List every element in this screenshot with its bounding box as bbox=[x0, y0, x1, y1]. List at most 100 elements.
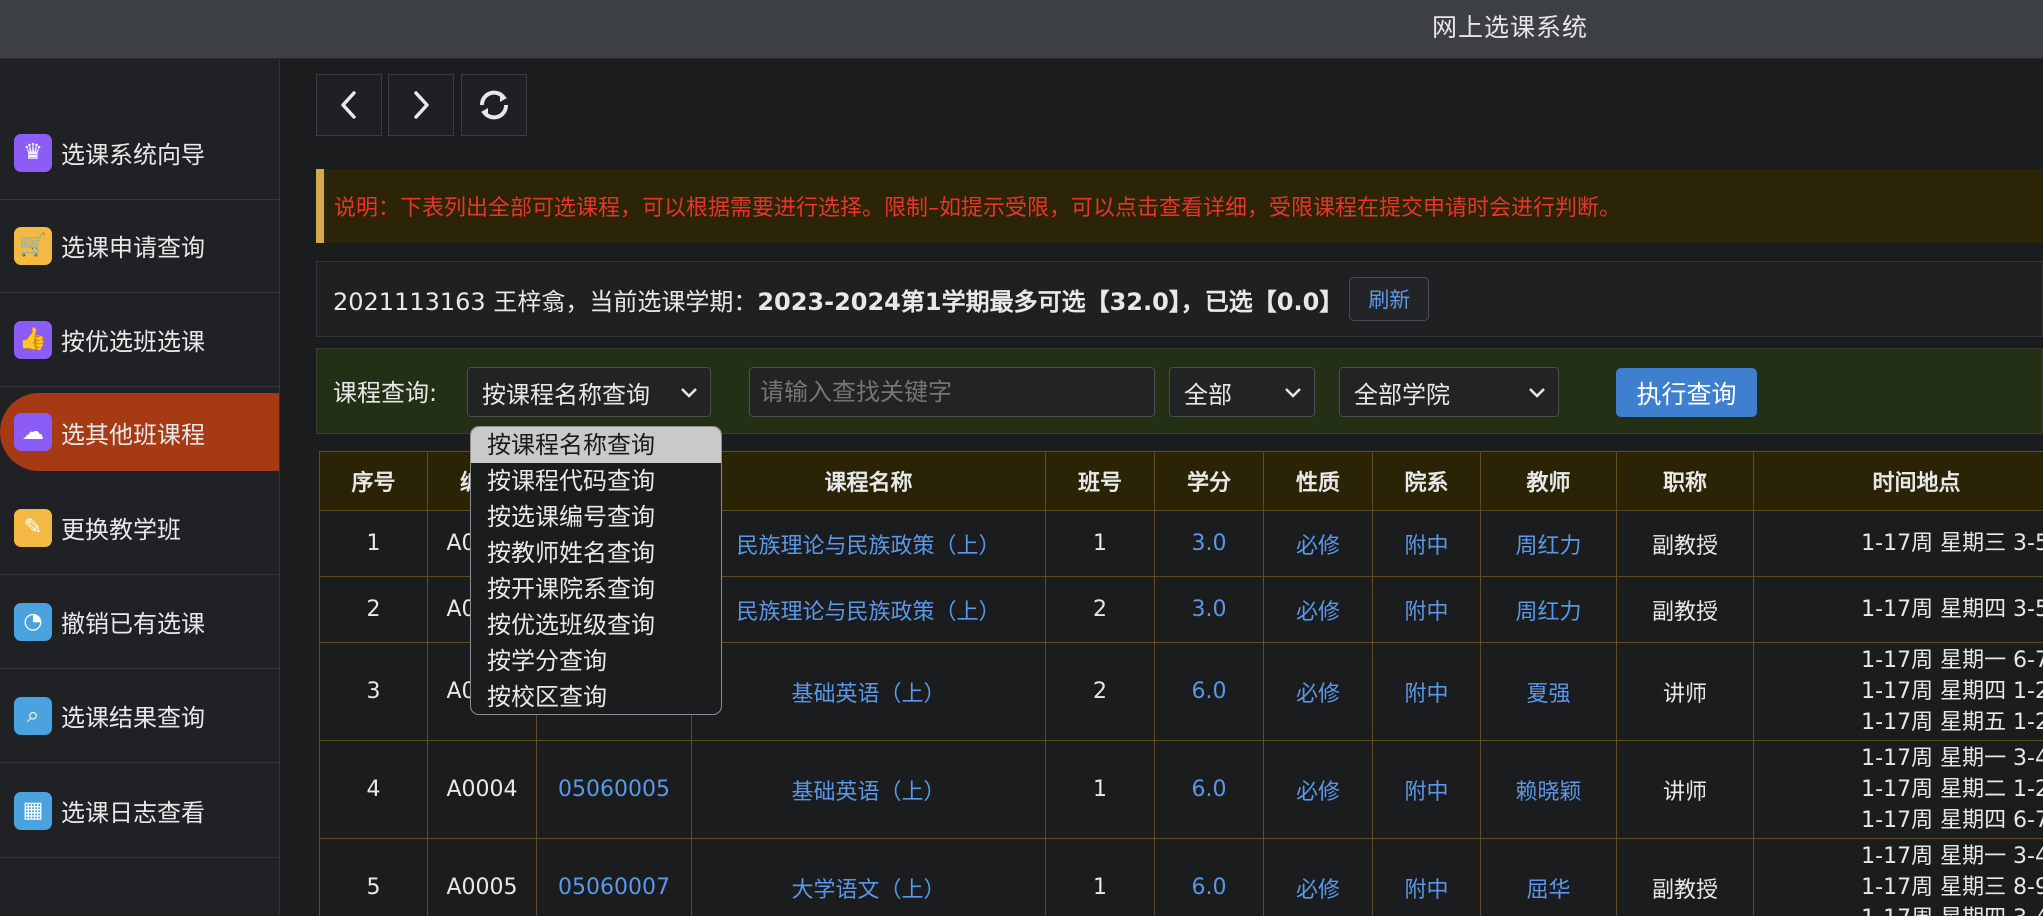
cell-no: 2 bbox=[319, 576, 428, 643]
cell-no: 5 bbox=[319, 838, 428, 916]
app-title: 网上选课系统 bbox=[1432, 13, 1589, 42]
sidebar-item-3[interactable]: ☁ 选其他班课程 bbox=[0, 393, 279, 471]
college-value: 全部学院 bbox=[1354, 380, 1450, 409]
cell-course-name[interactable]: 大学语文（上） bbox=[691, 838, 1046, 916]
column-header: 序号 bbox=[319, 451, 428, 511]
cell-credit: 6.0 bbox=[1154, 740, 1264, 839]
calendar-icon: ▦ bbox=[14, 791, 52, 830]
cell-title: 讲师 bbox=[1616, 642, 1754, 741]
time-slot: 1-17周 星期二 1-2节 bbox=[1861, 777, 2043, 802]
sidebar-item-6[interactable]: ⌕ 选课结果查询 bbox=[0, 669, 279, 763]
sidebar-item-label: 选课申请查询 bbox=[61, 234, 205, 262]
cell-dept[interactable]: 附中 bbox=[1372, 740, 1481, 839]
table-row[interactable]: 4 A0004 05060005 基础英语（上） 1 6.0 必修 附中 赖晓颖 讲师 1-17周 … bbox=[319, 740, 2043, 839]
column-header: 职称 bbox=[1616, 451, 1754, 511]
dropdown-option[interactable]: 按开课院系查询 bbox=[471, 571, 721, 607]
cell-teacher[interactable]: 屈华 bbox=[1480, 838, 1617, 916]
reload-button[interactable] bbox=[461, 74, 527, 136]
cell-teacher[interactable]: 周红力 bbox=[1480, 576, 1617, 643]
cell-code[interactable]: 05060005 bbox=[536, 740, 692, 839]
back-button[interactable] bbox=[316, 74, 382, 136]
time-slot: 1-17周 星期五 1-2节 bbox=[1861, 710, 2043, 735]
cell-dept[interactable]: 附中 bbox=[1372, 510, 1481, 577]
sidebar-item-label: 按优选班选课 bbox=[61, 328, 205, 356]
sidebar-item-4[interactable]: ✎ 更换教学班 bbox=[0, 481, 279, 575]
cell-teacher[interactable]: 赖晓颖 bbox=[1480, 740, 1617, 839]
cell-course-name[interactable]: 民族理论与民族政策（上） bbox=[691, 576, 1046, 643]
student-info-bar: 2021113163 王梓翕，当前选课学期： 2023-2024第1学期最多可选… bbox=[316, 261, 2043, 337]
cell-time-location: 1-17周 星期三 3-5节 bbox=[1753, 510, 2043, 577]
execute-query-button[interactable]: 执行查询 bbox=[1616, 368, 1757, 417]
cell-dept[interactable]: 附中 bbox=[1372, 838, 1481, 916]
student-info-prefix: 2021113163 王梓翕，当前选课学期： bbox=[333, 287, 758, 316]
cell-course-name[interactable]: 基础英语（上） bbox=[691, 740, 1046, 839]
cell-course-name[interactable]: 民族理论与民族政策（上） bbox=[691, 510, 1046, 577]
column-header: 课程名称 bbox=[691, 451, 1046, 511]
dropdown-option[interactable]: 按学分查询 bbox=[471, 643, 721, 679]
dropdown-option[interactable]: 按校区查询 bbox=[471, 679, 721, 714]
query-label: 课程查询: bbox=[333, 379, 438, 407]
sidebar-item-0[interactable]: ♛ 选课系统向导 bbox=[0, 106, 279, 200]
dropdown-option[interactable]: 按选课编号查询 bbox=[471, 499, 721, 535]
cell-title: 副教授 bbox=[1616, 838, 1754, 916]
sidebar-item-7[interactable]: ▦ 选课日志查看 bbox=[0, 764, 279, 858]
time-slot: 1-17周 星期四 6-7节 bbox=[1861, 808, 2043, 833]
query-type-value: 按课程名称查询 bbox=[482, 380, 650, 409]
cell-type: 必修 bbox=[1263, 510, 1373, 577]
cell-class: 1 bbox=[1045, 838, 1155, 916]
thumbs-up-icon: 👍 bbox=[14, 320, 52, 359]
forward-button[interactable] bbox=[388, 74, 454, 136]
time-slot: 1-17周 星期四 3-4节 bbox=[1754, 903, 2043, 916]
dropdown-option[interactable]: 按优选班级查询 bbox=[471, 607, 721, 643]
column-header: 教师 bbox=[1480, 451, 1617, 511]
cell-dept[interactable]: 附中 bbox=[1372, 576, 1481, 643]
chevron-down-icon bbox=[681, 388, 697, 398]
cart-icon: 🛒 bbox=[14, 226, 52, 265]
college-select[interactable]: 全部学院 bbox=[1339, 367, 1559, 417]
column-header: 班号 bbox=[1045, 451, 1155, 511]
time-slot: 1-17周 星期三 8-9节 bbox=[1861, 875, 2043, 900]
cell-type: 必修 bbox=[1263, 740, 1373, 839]
sidebar-item-1[interactable]: 🛒 选课申请查询 bbox=[0, 199, 279, 293]
query-type-dropdown: 按课程名称查询 按课程代码查询 按选课编号查询 按教师姓名查询 按开课院系查询 按优选班级… bbox=[470, 426, 722, 715]
cell-class: 2 bbox=[1045, 576, 1155, 643]
column-header: 学分 bbox=[1154, 451, 1264, 511]
sidebar-item-label: 更换教学班 bbox=[61, 516, 181, 544]
cell-credit: 3.0 bbox=[1154, 510, 1264, 577]
sidebar-item-2[interactable]: 👍 按优选班选课 bbox=[0, 293, 279, 387]
cell-credit: 3.0 bbox=[1154, 576, 1264, 643]
cell-dept[interactable]: 附中 bbox=[1372, 642, 1481, 741]
sidebar-item-label: 选课结果查询 bbox=[61, 704, 205, 732]
time-slot: 1-17周 星期一 3-4节 bbox=[1861, 746, 2043, 771]
time-slot: 1-17周 星期三 3-5节 bbox=[1861, 531, 2043, 556]
cell-teacher[interactable]: 夏强 bbox=[1480, 642, 1617, 741]
cell-type: 必修 bbox=[1263, 838, 1373, 916]
top-bar: 网上选课系统 bbox=[0, 0, 2043, 59]
sidebar-item-label: 选课日志查看 bbox=[61, 799, 205, 827]
keyword-input[interactable] bbox=[749, 367, 1155, 417]
time-slot: 1-17周 星期一 6-7节 bbox=[1861, 648, 2043, 673]
query-type-select[interactable]: 按课程名称查询 bbox=[467, 367, 711, 417]
refresh-button[interactable]: 刷新 bbox=[1349, 277, 1430, 321]
table-row[interactable]: 5 A0005 05060007 大学语文（上） 1 6.0 必修 附中 屈华 副教授 1-17周 … bbox=[319, 838, 2043, 916]
dropdown-option[interactable]: 按教师姓名查询 bbox=[471, 535, 721, 571]
forward-icon bbox=[414, 91, 429, 119]
cell-code[interactable]: 05060007 bbox=[536, 838, 692, 916]
sidebar-item-label: 撤销已有选课 bbox=[61, 610, 205, 638]
dropdown-option[interactable]: 按课程名称查询 bbox=[471, 427, 721, 463]
pencil-icon: ✎ bbox=[14, 508, 52, 547]
sidebar: ♛ 选课系统向导 🛒 选课申请查询 👍 按优选班选课 ☁ 选其他班课程 ✎ 更换教学班 ◔ 撤销已有选… bbox=[0, 59, 280, 916]
cell-title: 副教授 bbox=[1616, 576, 1754, 643]
credit-summary: 2023-2024第1学期最多可选【32.0】，已选【0.0】 bbox=[757, 287, 1344, 316]
refresh-icon bbox=[479, 90, 509, 120]
scope-value: 全部 bbox=[1184, 380, 1232, 409]
sidebar-item-5[interactable]: ◔ 撤销已有选课 bbox=[0, 575, 279, 669]
cell-teacher[interactable]: 周红力 bbox=[1480, 510, 1617, 577]
cell-course-name[interactable]: 基础英语（上） bbox=[691, 642, 1046, 741]
crown-icon: ♛ bbox=[14, 133, 52, 172]
cell-time-location: 1-17周 星期一 6-7节 1-17周 星期四 1-2节 1-17周 星期五 1-… bbox=[1753, 642, 2043, 741]
dropdown-option[interactable]: 按课程代码查询 bbox=[471, 463, 721, 499]
cell-id: A0004 bbox=[427, 740, 537, 839]
scope-select[interactable]: 全部 bbox=[1169, 367, 1315, 417]
time-slot: 1-17周 星期四 1-2节 bbox=[1861, 679, 2043, 704]
